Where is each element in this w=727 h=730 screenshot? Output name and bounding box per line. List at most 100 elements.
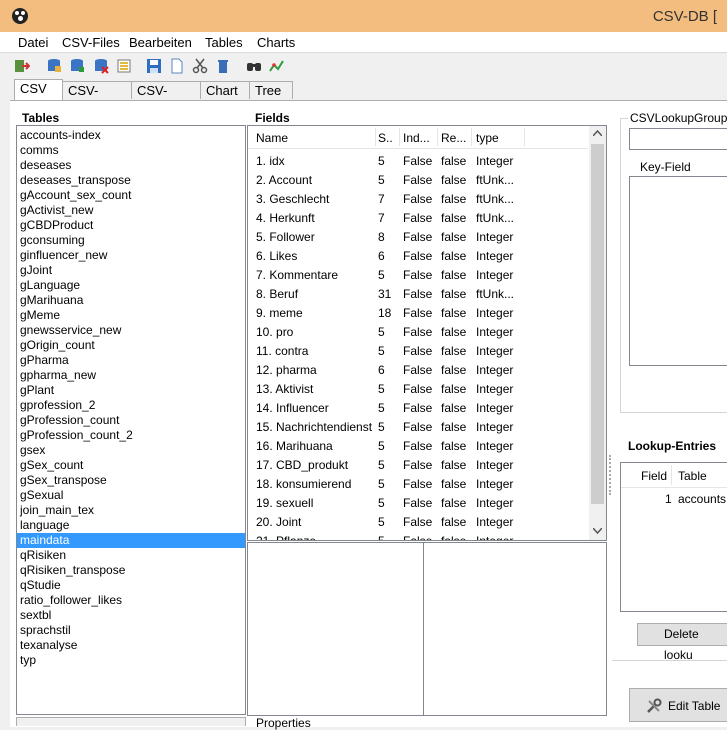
table-list-item[interactable]: gMarihuana: [17, 293, 245, 308]
table-list-item[interactable]: typ: [17, 653, 245, 668]
field-row[interactable]: 20. Joint 5 False false Integer: [248, 512, 588, 531]
fields-scrollbar[interactable]: [589, 126, 606, 540]
table-list-item[interactable]: gPlant: [17, 383, 245, 398]
table-list-item[interactable]: gLanguage: [17, 278, 245, 293]
table-list-item[interactable]: qRisiken_transpose: [17, 563, 245, 578]
field-row[interactable]: 8. Beruf 31 False false ftUnk...: [248, 284, 588, 303]
splitter-handle[interactable]: [609, 455, 613, 495]
menu-bearbeiten[interactable]: Bearbeiten: [129, 35, 192, 50]
table-list-item[interactable]: texanalyse: [17, 638, 245, 653]
save-icon[interactable]: [146, 58, 162, 74]
app-paw-icon[interactable]: [12, 8, 28, 24]
table-list-item[interactable]: gPharma: [17, 353, 245, 368]
scroll-up-icon[interactable]: [593, 130, 602, 136]
table-list-item[interactable]: gOrigin_count: [17, 338, 245, 353]
tab-csv-editor[interactable]: CSV-Editor: [131, 81, 201, 115]
table-list-item[interactable]: sextbl: [17, 608, 245, 623]
table-list-item[interactable]: ginfluencer_new: [17, 248, 245, 263]
table-list-item[interactable]: ratio_follower_likes: [17, 593, 245, 608]
menu-csv-files[interactable]: CSV-Files: [62, 35, 120, 50]
field-row[interactable]: 5. Follower 8 False false Integer: [248, 227, 588, 246]
db-new-icon[interactable]: [69, 58, 85, 74]
fields-grid[interactable]: Name S.. Ind... Re... type 1. idx 5 False f…: [247, 125, 607, 541]
new-file-icon[interactable]: [169, 58, 185, 74]
db-open-icon[interactable]: [46, 58, 62, 74]
table-list-item[interactable]: gsex: [17, 443, 245, 458]
field-row[interactable]: 12. pharma 6 False false Integer: [248, 360, 588, 379]
tab-csv-query[interactable]: CSV-Query: [62, 81, 132, 115]
table-list-item[interactable]: comms: [17, 143, 245, 158]
col-index[interactable]: Ind...: [403, 131, 430, 145]
menu-charts[interactable]: Charts: [257, 35, 295, 50]
tables-list[interactable]: accounts-index comms deseases deseases_tran…: [16, 125, 246, 715]
trash-icon[interactable]: [215, 58, 231, 74]
binoculars-icon[interactable]: [246, 58, 262, 74]
table-list-item[interactable]: gActivist_new: [17, 203, 245, 218]
table-list-item[interactable]: gSex_transpose: [17, 473, 245, 488]
lookup-col-table[interactable]: Table: [678, 469, 707, 483]
field-row[interactable]: 15. Nachrichtendienst 5 False false Integer: [248, 417, 588, 436]
table-list-item[interactable]: gAccount_sex_count: [17, 188, 245, 203]
table-list-item[interactable]: gSexual: [17, 488, 245, 503]
delete-lookup-button[interactable]: Delete looku: [637, 623, 727, 662]
col-required[interactable]: Re...: [441, 131, 466, 145]
field-row[interactable]: 3. Geschlecht 7 False false ftUnk...: [248, 189, 588, 208]
col-name[interactable]: Name: [256, 131, 288, 145]
table-list-item[interactable]: qRisiken: [17, 548, 245, 563]
field-row[interactable]: 1. idx 5 False false Integer: [248, 151, 588, 170]
fields-scroll-thumb[interactable]: [591, 144, 604, 504]
table-list-item[interactable]: gProfession_count: [17, 413, 245, 428]
table-list-item[interactable]: language: [17, 518, 245, 533]
table-list-item[interactable]: deseases_transpose: [17, 173, 245, 188]
field-row[interactable]: 9. meme 18 False false Integer: [248, 303, 588, 322]
table-list-item[interactable]: gJoint: [17, 263, 245, 278]
exit-icon[interactable]: [14, 58, 30, 74]
field-row[interactable]: 18. konsumierend 5 False false Integer: [248, 474, 588, 493]
field-row[interactable]: 16. Marihuana 5 False false Integer: [248, 436, 588, 455]
field-row[interactable]: 19. sexuell 5 False false Integer: [248, 493, 588, 512]
scroll-down-icon[interactable]: [593, 528, 602, 534]
menu-datei[interactable]: Datei: [18, 35, 48, 50]
table-list-item[interactable]: gCBDProduct: [17, 218, 245, 233]
edit-table-button[interactable]: Edit Table: [629, 688, 727, 722]
field-row[interactable]: 6. Likes 6 False false Integer: [248, 246, 588, 265]
field-row[interactable]: 14. Influencer 5 False false Integer: [248, 398, 588, 417]
cut-icon[interactable]: [192, 58, 208, 74]
table-list-item[interactable]: accounts-index: [17, 128, 245, 143]
table-list-item[interactable]: gnewsservice_new: [17, 323, 245, 338]
field-row[interactable]: 7. Kommentare 5 False false Integer: [248, 265, 588, 284]
menu-tables[interactable]: Tables: [205, 35, 243, 50]
lookup-entry-row[interactable]: 1 accounts: [621, 488, 727, 507]
table-list-item[interactable]: gprofession_2: [17, 398, 245, 413]
table-list-item[interactable]: sprachstil: [17, 623, 245, 638]
field-row[interactable]: 17. CBD_produkt 5 False false Integer: [248, 455, 588, 474]
table-list-item[interactable]: gconsuming: [17, 233, 245, 248]
key-field-list[interactable]: [629, 176, 727, 366]
field-row[interactable]: 4. Herkunft 7 False false ftUnk...: [248, 208, 588, 227]
field-row[interactable]: 11. contra 5 False false Integer: [248, 341, 588, 360]
table-list-item[interactable]: gProfession_count_2: [17, 428, 245, 443]
table-list-item[interactable]: gSex_count: [17, 458, 245, 473]
field-row[interactable]: 21. Pflanze 5 False false Integer: [248, 531, 588, 540]
col-type[interactable]: type: [476, 131, 499, 145]
field-row[interactable]: 10. pro 5 False false Integer: [248, 322, 588, 341]
list-icon[interactable]: [116, 58, 132, 74]
lookup-entries-grid[interactable]: Field Table 1 accounts: [620, 462, 727, 612]
table-list-item[interactable]: deseases: [17, 158, 245, 173]
lookup-col-field[interactable]: Field: [641, 469, 667, 483]
table-list-item[interactable]: gpharma_new: [17, 368, 245, 383]
tab-csv[interactable]: CSV: [14, 79, 63, 100]
table-list-item[interactable]: join_main_tex: [17, 503, 245, 518]
db-delete-icon[interactable]: [93, 58, 109, 74]
table-list-item[interactable]: qStudie: [17, 578, 245, 593]
field-row[interactable]: 13. Aktivist 5 False false Integer: [248, 379, 588, 398]
lookup-group-input[interactable]: [629, 128, 727, 150]
tables-bottom-button[interactable]: [16, 717, 246, 726]
col-size[interactable]: S..: [378, 131, 393, 145]
tab-tree[interactable]: Tree: [249, 81, 293, 99]
chart-icon[interactable]: [269, 58, 285, 74]
field-row[interactable]: 2. Account 5 False false ftUnk...: [248, 170, 588, 189]
table-list-item[interactable]: gMeme: [17, 308, 245, 323]
tab-chart[interactable]: Chart: [200, 81, 250, 99]
table-list-item[interactable]: maindata: [17, 533, 245, 548]
